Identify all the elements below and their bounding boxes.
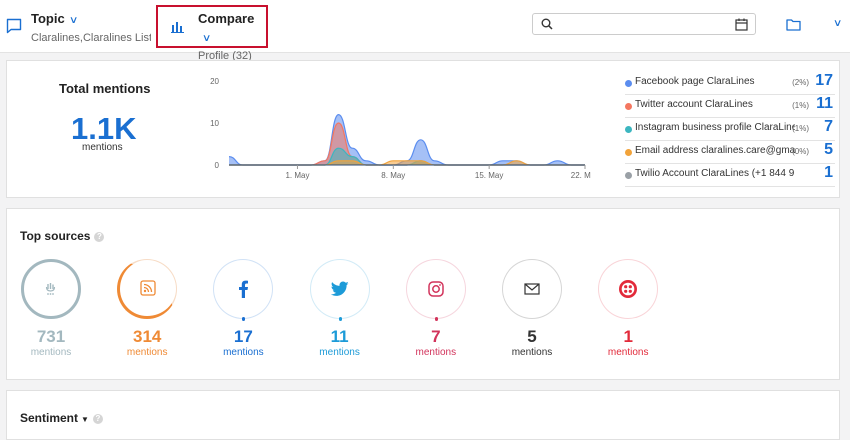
source-label: mentions [126, 347, 168, 358]
legend-percent: (2%) [792, 78, 809, 87]
sentiment-card: Sentiment ▼? [6, 390, 840, 440]
top-sources-card: Top sources? 731 mentions 314 mentions 17 men… [6, 208, 840, 380]
topic-subtitle: Claralines,Claralines Listen [31, 32, 151, 44]
source-ring [213, 259, 274, 321]
legend-count: 1 [824, 164, 833, 181]
email-icon [524, 283, 540, 295]
legend-color-dot [625, 80, 632, 87]
source-label: mentions [319, 347, 360, 358]
source-label: mentions [223, 347, 264, 358]
highlight-box [156, 5, 268, 48]
folder-icon[interactable] [786, 18, 801, 31]
source-item[interactable]: 17 mentions [208, 259, 278, 358]
source-ring [309, 259, 370, 321]
mentions-overview-card: Total mentions 1.1K mentions 0 10 20 1. May… [6, 60, 840, 198]
source-item[interactable]: 7 mentions [401, 259, 471, 358]
twilio-icon [618, 279, 638, 299]
help-icon[interactable]: ? [92, 413, 103, 424]
source-count: 731 [36, 327, 66, 346]
source-ring [117, 259, 178, 319]
twitter-icon [330, 281, 349, 297]
source-count: 1 [623, 327, 633, 346]
legend-color-dot [625, 103, 632, 110]
source-count: 5 [527, 327, 537, 346]
source-ring-marker [434, 317, 438, 321]
source-ring [21, 259, 81, 319]
legend-name: Email address claralines.care@gma... [635, 145, 795, 156]
legend-name: Facebook page ClaraLines [635, 76, 755, 87]
topic-selector[interactable]: Topic ∨ Claralines,Claralines Listen [6, 10, 154, 44]
legend-item[interactable]: Facebook page ClaraLines (2%) 17 [625, 72, 835, 95]
chevron-down-icon: ∨ [68, 15, 79, 26]
source-item[interactable]: 11 mentions [305, 259, 375, 358]
source-label: mentions [607, 347, 649, 358]
legend-name: Twilio Account ClaraLines (+1 844 9... [635, 168, 795, 179]
source-count: 11 [330, 327, 349, 346]
legend-name: Instagram business profile ClaraLines [635, 122, 795, 133]
source-item[interactable]: 5 mentions [497, 259, 567, 358]
legend-color-dot [625, 149, 632, 156]
listen-icon [44, 282, 58, 296]
source-item[interactable]: 314 mentions [112, 259, 182, 358]
topic-title: Topic [31, 11, 65, 26]
source-ring [405, 259, 466, 321]
source-ring-marker [242, 317, 246, 321]
legend: Facebook page ClaraLines (2%) 17 Twitter ac… [7, 61, 841, 189]
source-label: mentions [511, 347, 553, 358]
help-icon[interactable]: ? [94, 231, 105, 242]
source-ring-marker [338, 317, 342, 321]
chat-bubble-icon [6, 18, 22, 34]
legend-percent: (1%) [792, 124, 809, 133]
source-ring [502, 259, 562, 319]
caret-down-icon[interactable]: ▼ [81, 415, 89, 424]
legend-color-dot [625, 172, 632, 179]
source-ring [598, 259, 659, 319]
facebook-icon [237, 280, 249, 298]
sentiment-title[interactable]: Sentiment [20, 411, 78, 425]
legend-percent: (0%) [792, 147, 809, 156]
legend-count: 11 [816, 95, 833, 112]
source-label: mentions [415, 347, 457, 358]
legend-color-dot [625, 126, 632, 133]
source-count: 17 [233, 327, 253, 346]
source-count: 314 [133, 327, 162, 346]
search-icon [541, 18, 553, 30]
legend-name: Twitter account ClaraLines [635, 99, 753, 110]
top-bar: Topic ∨ Claralines,Claralines Listen Comp… [0, 0, 850, 62]
legend-count: 17 [815, 72, 833, 89]
chevron-down-icon[interactable]: ∨ [833, 18, 843, 29]
calendar-icon[interactable] [735, 18, 748, 31]
legend-item[interactable]: Twitter account ClaraLines (1%) 11 [625, 95, 835, 118]
instagram-icon [428, 281, 444, 297]
legend-item[interactable]: Email address claralines.care@gma... (0%)… [625, 141, 835, 164]
source-item[interactable]: 731 mentions [16, 259, 86, 358]
legend-count: 5 [824, 141, 833, 158]
rss-icon [140, 280, 156, 296]
search-input[interactable] [532, 13, 756, 35]
legend-count: 7 [824, 118, 833, 135]
source-label: mentions [30, 347, 72, 358]
source-count: 7 [431, 327, 441, 346]
legend-item[interactable]: Instagram business profile ClaraLines (1%… [625, 118, 835, 141]
legend-percent: (1%) [792, 101, 809, 110]
legend-item[interactable]: Twilio Account ClaraLines (+1 844 9... 1 [625, 164, 835, 187]
top-sources-title: Top sources [20, 229, 91, 243]
source-item[interactable]: 1 mentions [593, 259, 663, 358]
